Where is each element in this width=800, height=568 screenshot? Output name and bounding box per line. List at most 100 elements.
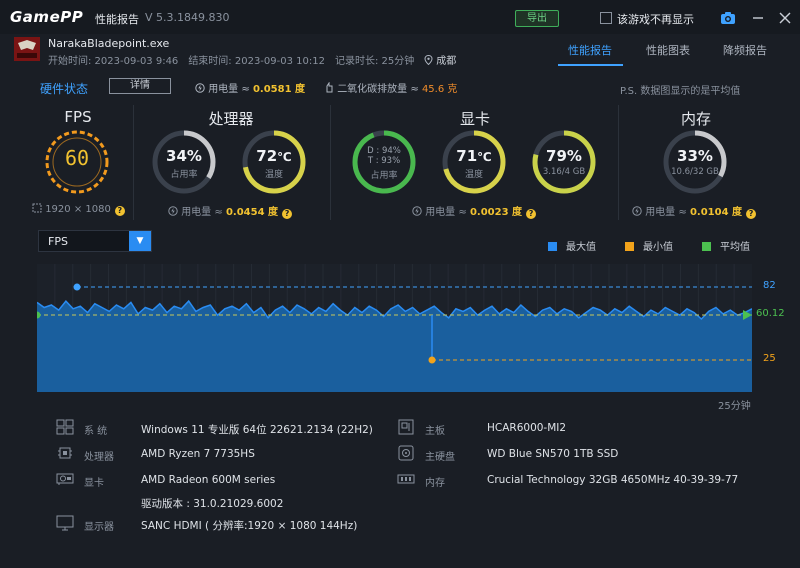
camera-icon[interactable] xyxy=(720,10,736,26)
fps-value: 60 xyxy=(64,146,90,170)
memory-usage-gauge: 33% 10.6/32 GB xyxy=(662,129,728,195)
gpu-label: 显卡 xyxy=(84,478,104,489)
memory-section-title: 内存 xyxy=(680,110,711,128)
divider xyxy=(330,105,331,220)
gpu-vram-gauge: 79% 3.16/4 GB xyxy=(531,129,597,195)
cpu-temp-gauge: 72℃ 温度 xyxy=(241,129,307,195)
tab-throttle-report[interactable]: 降频报告 xyxy=(723,42,767,58)
title-bar: GamePP 性能报告 V 5.3.1849.830 导出 该游戏不再显示 xyxy=(0,0,800,34)
cpu-label: 处理器 xyxy=(84,452,114,463)
start-time: 开始时间: 2023-09-03 9:46 xyxy=(48,56,179,67)
help-icon[interactable]: ? xyxy=(526,209,537,219)
duration: 记录时长: 25分钟 xyxy=(334,56,415,67)
app-logo: GamePP xyxy=(10,8,84,26)
cpu-temp-label: 温度 xyxy=(264,170,283,180)
legend-max: 最大值 xyxy=(548,238,596,253)
tab-performance-report[interactable]: 性能报告 xyxy=(568,42,612,58)
gpu-power-value: 0.0023 度 xyxy=(469,207,523,218)
divider xyxy=(133,105,134,220)
end-time: 结束时间: 2023-09-03 10:12 xyxy=(188,56,325,67)
cpu-power-value: 0.0454 度 xyxy=(225,207,279,218)
gpu-value: AMD Radeon 600M series xyxy=(141,474,276,486)
monitor-icon xyxy=(56,515,74,531)
gpu-temp-gauge: 71℃ 温度 xyxy=(441,129,507,195)
fps-gauge: 60 xyxy=(44,129,110,195)
power-icon xyxy=(168,206,178,218)
gpu-driver-version: 驱动版本 : 31.0.21029.6002 xyxy=(141,498,284,510)
board-label: 主板 xyxy=(425,426,445,437)
gpu-t-usage: T : 93% xyxy=(367,156,401,166)
gpu-usage-label: 占用率 xyxy=(370,171,398,181)
gpu-temp-label: 温度 xyxy=(464,170,483,180)
fps-chart xyxy=(33,264,753,392)
legend-swatch xyxy=(702,242,711,251)
cpu-usage-label: 占用率 xyxy=(170,170,198,180)
chevron-down-icon[interactable]: ▼ xyxy=(129,231,151,251)
ram-label: 内存 xyxy=(425,478,445,489)
disk-icon xyxy=(397,445,415,461)
app-name: NarakaBladepoint.exe xyxy=(48,37,170,50)
legend-min: 最小值 xyxy=(625,238,673,253)
tab-performance-chart[interactable]: 性能图表 xyxy=(646,42,690,58)
hardware-status-title: 硬件状态 xyxy=(40,82,89,96)
help-icon[interactable]: ? xyxy=(114,206,125,216)
display-value: SANC HDMI ( 分辨率:1920 × 1080 144Hz) xyxy=(141,520,358,532)
gpu-vram-sub: 3.16/4 GB xyxy=(542,167,586,177)
no-show-label: 该游戏不再显示 xyxy=(617,13,694,26)
memory-power-value: 0.0104 度 xyxy=(689,207,743,218)
total-power: 用电量 ≈ 0.0581 度 xyxy=(195,80,305,95)
max-marker xyxy=(73,283,81,291)
gpu-power: 用电量 ≈ 0.0023 度? xyxy=(412,203,537,219)
resolution-value: 1920 × 1080 xyxy=(45,204,111,215)
resolution-icon xyxy=(32,203,42,215)
legend-swatch xyxy=(548,242,557,251)
metric-selected: FPS xyxy=(48,235,68,248)
gpu-d-usage: D : 94% xyxy=(367,146,401,156)
board-value: HCAR6000-MI2 xyxy=(487,422,567,434)
power-icon xyxy=(195,83,205,95)
minimize-icon[interactable] xyxy=(750,10,766,26)
cpu-value: AMD Ryzen 7 7735HS xyxy=(141,448,255,460)
memory-power: 用电量 ≈ 0.0104 度? xyxy=(632,203,757,219)
metric-dropdown[interactable]: FPS ▼ xyxy=(38,230,152,252)
divider xyxy=(618,105,619,220)
gpu-icon xyxy=(56,471,74,487)
cpu-usage-value: 34% xyxy=(166,147,202,165)
close-icon[interactable] xyxy=(777,10,793,26)
max-line-label: 82 xyxy=(763,280,776,292)
fps-section-title: FPS xyxy=(64,108,92,126)
os-label: 系 统 xyxy=(84,426,108,437)
game-icon xyxy=(14,37,40,61)
gpu-usage-gauge: D : 94% T : 93% 占用率 xyxy=(351,129,417,195)
help-icon[interactable]: ? xyxy=(746,209,757,219)
windows-icon xyxy=(56,419,74,435)
ram-value: Crucial Technology 32GB 4650MHz 40-39-39… xyxy=(487,474,739,486)
help-icon[interactable]: ? xyxy=(282,209,293,219)
min-line-label: 25 xyxy=(763,353,776,364)
legend-avg: 平均值 xyxy=(702,238,750,253)
no-show-checkbox[interactable] xyxy=(600,12,612,24)
export-button[interactable]: 导出 xyxy=(515,10,559,27)
motherboard-icon xyxy=(397,419,415,435)
cpu-power: 用电量 ≈ 0.0454 度? xyxy=(168,203,293,219)
active-tab-indicator xyxy=(558,64,623,66)
gpu-temp-value: 71℃ xyxy=(456,147,492,165)
memory-usage-value: 33% xyxy=(677,147,713,165)
power-icon xyxy=(412,206,422,218)
co2-value: 45.6 克 xyxy=(421,84,458,95)
display-label: 显示器 xyxy=(84,522,114,533)
min-marker xyxy=(428,356,436,364)
memory-usage-sub: 10.6/32 GB xyxy=(671,167,719,177)
cpu-usage-gauge: 34% 占用率 xyxy=(151,129,217,195)
cpu-icon xyxy=(56,445,74,461)
legend-swatch xyxy=(625,242,634,251)
cpu-section-title: 处理器 xyxy=(208,110,254,128)
co2-emission: 二氧化碳排放量 ≈ 45.6 克 xyxy=(325,80,457,95)
co2-icon xyxy=(325,81,334,95)
total-power-value: 0.0581 度 xyxy=(252,84,306,95)
disk-value: WD Blue SN570 1TB SSD xyxy=(487,448,619,460)
window-title: 性能报告 xyxy=(95,13,139,26)
cpu-temp-value: 72℃ xyxy=(256,147,292,165)
details-button[interactable]: 详情 xyxy=(109,78,171,94)
power-icon xyxy=(632,206,642,218)
